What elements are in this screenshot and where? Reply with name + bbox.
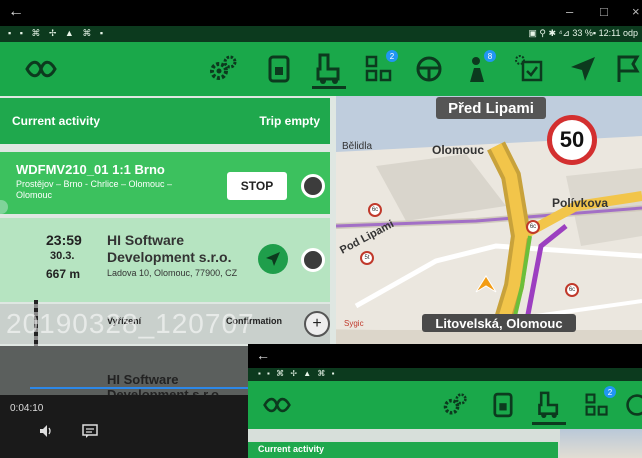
road-number-tag: 6c [526, 220, 540, 234]
overlay-back-button[interactable]: ← [256, 347, 270, 363]
current-street-label: Litovelská, Olomouc [422, 314, 576, 332]
stop-date: 30.3. [50, 250, 75, 262]
stop-button[interactable]: STOP [227, 172, 287, 200]
navigate-to-stop-button[interactable] [258, 244, 288, 274]
stop-company: HI Software Development s.r.o. [107, 232, 232, 265]
back-button[interactable]: ← [8, 3, 24, 21]
overlay-status-bar: ▪ ▪ ⌘ ✢ ▲ ⌘ ▪ [248, 368, 642, 381]
volume-icon[interactable] [38, 423, 54, 439]
navigate-icon[interactable] [566, 52, 600, 86]
map-label-polivkova: Polívkova [552, 196, 609, 210]
settings-icon[interactable] [206, 52, 240, 86]
close-button[interactable]: × [632, 4, 640, 19]
activity-title: Current activity [12, 114, 101, 128]
trip-code: WDFMV210_01 1:1 Brno [16, 162, 165, 177]
overlay-pallets-badge: 2 [604, 386, 616, 398]
overlay-activity-bar: Current activity [248, 442, 558, 458]
current-activity-bar: Current activity Trip empty [0, 98, 330, 144]
steering-wheel-icon[interactable] [412, 52, 446, 86]
pallets-icon[interactable]: 2 [362, 50, 398, 86]
pallets-badge: 2 [386, 50, 398, 62]
overlay-steering-icon[interactable] [620, 388, 642, 422]
overlay-document-icon[interactable] [486, 388, 520, 422]
truck-icon[interactable] [312, 52, 346, 89]
road-number-tag: 5t [360, 251, 374, 265]
trip-route: Prostějov – Brno - Chrlice – Olomouc – O… [16, 179, 173, 200]
overlay-map-preview [560, 429, 642, 458]
overlay-activity-title: Current activity [258, 444, 325, 454]
driver-icon[interactable]: 8 [460, 50, 496, 86]
navigate-arrow-icon [266, 252, 280, 266]
overlay-logo-icon[interactable] [260, 388, 294, 422]
android-status-bar: ▪ ▪ ⌘ ✢ ▲ ⌘ ▪ ▣ ⚲ ✱ ⁴⊿ 33 %▪ 12:11 odp [0, 26, 642, 42]
logo-icon[interactable] [24, 52, 58, 86]
activity-status: Trip empty [259, 114, 320, 128]
map-label-belidla: Bělidla [342, 141, 373, 152]
video-progress-bar[interactable] [30, 387, 250, 389]
overlay-status-icons: ▪ ▪ ⌘ ✢ ▲ ⌘ ▪ [258, 369, 337, 378]
video-watermark: 20190328_120707 [6, 308, 255, 339]
window-titlebar: ← – □ × [0, 0, 642, 26]
maximize-button[interactable]: □ [600, 4, 608, 19]
overlay-titlebar: ← [248, 344, 642, 368]
status-notification-icons: ▪ ▪ ⌘ ✢ ▲ ⌘ ▪ [8, 28, 107, 38]
status-system-info: ▣ ⚲ ✱ ⁴⊿ 33 %▪ 12:11 odp [528, 28, 638, 38]
overlay-settings-icon[interactable] [438, 388, 472, 422]
driver-badge: 8 [484, 50, 496, 62]
video-timestamp: 0:04:10 [10, 403, 44, 414]
minimize-button[interactable]: – [566, 4, 573, 19]
stop-more-button[interactable] [301, 248, 325, 272]
add-confirmation-button[interactable]: + [304, 311, 330, 337]
stop-address: Ladova 10, Olomouc, 77900, CZ [107, 268, 238, 278]
video-controls: 0:04:10 [0, 395, 250, 458]
trip-more-button[interactable] [301, 174, 325, 198]
next-street-sign: Před Lipami [436, 97, 546, 119]
document-icon[interactable] [262, 52, 296, 86]
subtitles-icon[interactable] [82, 423, 98, 439]
road-number-tag: 6c [565, 283, 579, 297]
overlay-truck-icon[interactable] [532, 388, 566, 425]
flag-icon[interactable] [612, 52, 642, 86]
speed-limit-sign: 50 [547, 115, 597, 165]
calendar-check-icon[interactable] [512, 52, 546, 86]
overlay-pallets-icon[interactable]: 2 [580, 386, 616, 422]
map-label-olomouc: Olomouc [432, 143, 485, 157]
road-number-tag: 6c [368, 203, 382, 217]
sygic-logo: Sygic [344, 319, 364, 328]
app-toolbar: 2 8 [0, 42, 642, 96]
overlay-toolbar: 2 [248, 381, 642, 429]
stop-distance: 667 m [46, 267, 81, 281]
stop-time: 23:59 [46, 232, 82, 248]
